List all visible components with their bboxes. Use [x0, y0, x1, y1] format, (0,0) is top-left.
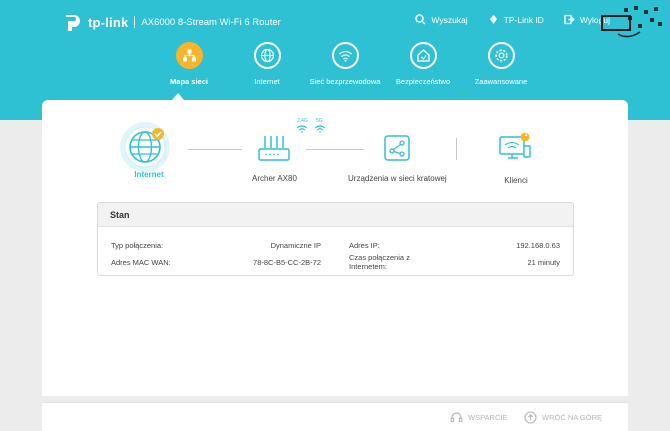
topology-node-internet[interactable]: Internet: [120, 122, 172, 179]
back-to-top-link[interactable]: WRÓĆ NA GÓRĘ: [524, 411, 602, 424]
nav-label-internet: Internet: [254, 77, 280, 86]
globe-icon: [253, 42, 281, 69]
status-panel: Stan Typ połączenia: Dynamiczne IP Adres…: [97, 202, 574, 276]
connection-time-label: Czas połączenia z Internetem:: [349, 253, 410, 271]
topology-label-router: Archer AX80: [252, 174, 297, 183]
gear-icon: [487, 42, 515, 69]
wifi-5g-icon: [314, 125, 326, 133]
clients-count-badge: 1: [524, 132, 528, 138]
nav-label-security: Bezpieczeństwo: [395, 77, 451, 86]
ip-address-value: 192.168.0.63: [516, 241, 560, 250]
active-nav-indicator: [172, 93, 184, 100]
ip-address-label: Adres IP:: [349, 241, 380, 250]
shield-home-icon: [409, 42, 437, 69]
wan-mac-value: 78-8C-B5-CC-2B-72: [253, 258, 321, 267]
topology-node-clients[interactable]: 1 Klienci: [498, 132, 534, 185]
connection-line: [188, 149, 242, 150]
brand-divider: [134, 16, 136, 28]
network-map-icon: [175, 42, 203, 69]
tplink-id-link[interactable]: TP-Link ID: [488, 14, 544, 25]
brand-logo-text: tp-link: [88, 14, 129, 30]
topology-node-router[interactable]: Archer AX80: [252, 134, 297, 183]
nav-item-advanced[interactable]: Zaawansowane: [462, 42, 540, 86]
main-nav: Mapa sieci Internet Sieć bezprzewodowa B…: [150, 42, 540, 86]
band-label-5g: 5G: [316, 118, 323, 124]
back-to-top-label: WRÓĆ NA GÓRĘ: [542, 413, 603, 422]
wifi-24g-icon: [296, 125, 308, 133]
topology-label-internet: Internet: [134, 170, 164, 179]
nav-item-wireless[interactable]: Sieć bezprzewodowa: [306, 42, 384, 86]
brand: tp-link AX6000 8-Stream Wi-Fi 6 Router: [62, 10, 281, 34]
connection-type-label: Typ połączenia:: [111, 241, 164, 250]
router-model-title: AX6000 8-Stream Wi-Fi 6 Router: [141, 16, 281, 28]
arrow-up-circle-icon: [524, 411, 537, 424]
globe-icon: [120, 122, 170, 172]
watermark-logo: [601, 6, 662, 38]
nav-label-wireless: Sieć bezprzewodowa: [309, 77, 381, 86]
search-icon: [415, 14, 426, 25]
support-link[interactable]: WSPARCIE: [450, 411, 507, 424]
search-label: Wyszukaj: [431, 14, 468, 25]
connection-time-value: 21 minuty: [527, 258, 560, 267]
headset-icon: [450, 412, 463, 423]
wifi-icon: [331, 42, 359, 69]
topology-divider: [456, 138, 457, 160]
wan-mac-label: Adres MAC WAN:: [111, 258, 171, 267]
support-label: WSPARCIE: [468, 413, 508, 422]
tp-link-logo-icon: [66, 15, 80, 31]
top-links: Wyszukaj TP-Link ID Wyloguj: [395, 14, 610, 25]
cloud-user-icon: [489, 15, 497, 24]
nav-label-advanced: Zaawansowane: [474, 77, 528, 86]
status-panel-title: Stan: [98, 203, 573, 227]
nav-label-network-map: Mapa sieci: [170, 77, 208, 86]
topology-label-clients: Klienci: [504, 176, 528, 185]
router-icon: [258, 136, 291, 161]
logout-icon: [564, 14, 575, 25]
nav-item-network-map[interactable]: Mapa sieci: [150, 42, 228, 86]
main-content-card: Internet Archer AX80 2,4G 5G Urządzenia …: [42, 100, 628, 396]
tplink-id-label: TP-Link ID: [503, 14, 544, 25]
footer: WSPARCIE WRÓĆ NA GÓRĘ: [42, 402, 628, 431]
search-link[interactable]: Wyszukaj: [415, 14, 468, 25]
nav-item-security[interactable]: Bezpieczeństwo: [384, 42, 462, 86]
topology-label-mesh: Urządzenia w sieci kratowej: [348, 174, 447, 183]
network-topology: Internet Archer AX80 2,4G 5G Urządzenia …: [42, 100, 628, 200]
topology-node-mesh[interactable]: Urządzenia w sieci kratowej: [348, 134, 447, 183]
nav-item-internet[interactable]: Internet: [228, 42, 306, 86]
mesh-icon: [384, 135, 411, 161]
band-label-24g: 2,4G: [297, 118, 308, 124]
connection-type-value: Dynamiczne IP: [270, 241, 321, 250]
